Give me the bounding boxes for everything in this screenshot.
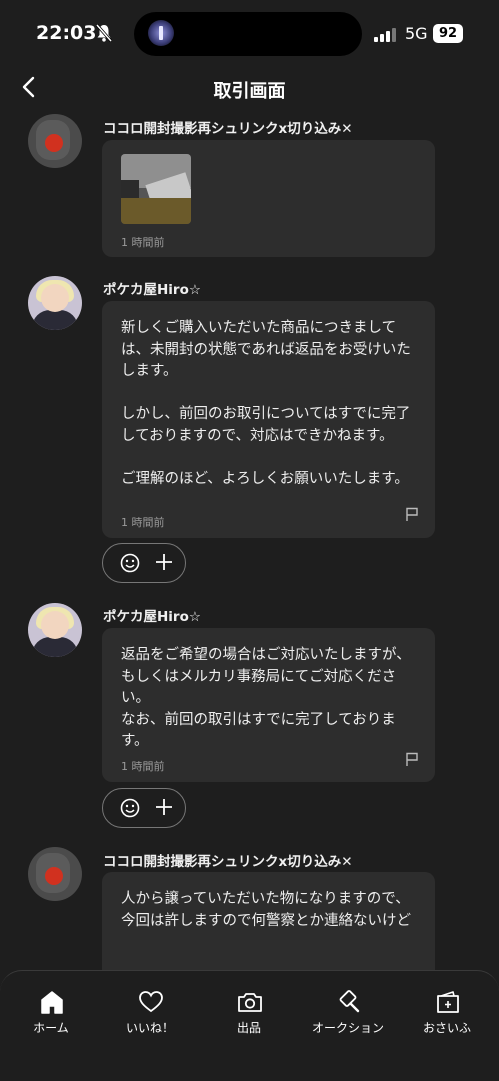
- signal-strength-icon: [374, 26, 400, 42]
- nav-auction[interactable]: オークション: [298, 971, 398, 1051]
- reaction-button-group[interactable]: [102, 543, 186, 583]
- avatar[interactable]: [28, 276, 82, 330]
- nav-label: 出品: [236, 1021, 261, 1035]
- battery-level: 92: [433, 24, 463, 43]
- message-timestamp: 1 時間前: [121, 760, 165, 773]
- message-timestamp: 1 時間前: [121, 236, 165, 249]
- message-timestamp: 1 時間前: [121, 516, 165, 529]
- message-bubble: 返品をご希望の場合はご対応いたしますが、もしくはメルカリ事務局にてご対応ください…: [102, 628, 435, 782]
- camera-icon: [238, 993, 262, 1012]
- status-time: 22:03: [36, 22, 97, 44]
- message-text: 返品をご希望の場合はご対応いたしますが、もしくはメルカリ事務局にてご対応ください…: [121, 647, 411, 749]
- home-icon: [41, 991, 63, 1014]
- wallet-icon: [437, 991, 459, 1013]
- chat-thread[interactable]: ココロ開封撮影再シュリンクx切り込み✕ 1 時間前 ポケカ屋Hiro☆ 新しくご…: [0, 110, 499, 970]
- message-bubble: 人から譲っていただいた物になりますので、 今回は許しますので何警察とか連絡ないけ…: [102, 872, 435, 970]
- network-type: 5G: [405, 24, 428, 43]
- message-bubble: 1 時間前: [102, 140, 435, 257]
- nav-wallet[interactable]: おさいふ: [397, 971, 497, 1051]
- flashlight-icon: [148, 20, 174, 46]
- sender-name: ココロ開封撮影再シュリンクx切り込み✕: [103, 854, 353, 870]
- nav-sell[interactable]: 出品: [199, 971, 299, 1051]
- message-bubble: 新しくご購入いただいた商品につきましては、未開封の状態であれば返品をお受けいたし…: [102, 301, 435, 538]
- silent-bell-icon: [96, 24, 112, 42]
- nav-label: ホーム: [33, 1021, 69, 1035]
- nav-label: いいね！: [125, 1021, 174, 1035]
- dynamic-island: [134, 12, 362, 56]
- nav-label: オークション: [311, 1021, 384, 1035]
- emoji-reaction-icon[interactable]: [120, 553, 140, 573]
- sender-name: ポケカ屋Hiro☆: [103, 282, 201, 298]
- heart-icon: [139, 991, 163, 1013]
- gavel-icon: [339, 990, 360, 1013]
- add-reaction-icon[interactable]: [155, 798, 173, 816]
- message-text: 人から譲っていただいた物になりますので、 今回は許しますので何警察とか連絡ないけ…: [121, 891, 411, 929]
- report-flag-icon[interactable]: [405, 752, 419, 767]
- report-flag-icon[interactable]: [405, 507, 419, 522]
- photo-thumbnail[interactable]: [121, 154, 191, 224]
- sender-name: ポケカ屋Hiro☆: [103, 609, 201, 625]
- sender-name: ココロ開封撮影再シュリンクx切り込み✕: [103, 121, 353, 137]
- nav-likes[interactable]: いいね！: [100, 971, 200, 1051]
- emoji-reaction-icon[interactable]: [120, 798, 140, 818]
- avatar[interactable]: [28, 603, 82, 657]
- avatar[interactable]: [28, 847, 82, 901]
- add-reaction-icon[interactable]: [155, 553, 173, 571]
- avatar[interactable]: [28, 114, 82, 168]
- header: 取引画面: [0, 68, 499, 110]
- bottom-navigation: ホーム いいね！ 出品 オークション おさいふ: [0, 970, 499, 1081]
- nav-label: おさいふ: [422, 1021, 471, 1035]
- message-text: 新しくご購入いただいた商品につきましては、未開封の状態であれば返品をお受けいたし…: [121, 320, 411, 487]
- reaction-button-group[interactable]: [102, 788, 186, 828]
- page-title: 取引画面: [213, 81, 286, 102]
- status-bar: 22:03 5G 92: [0, 0, 499, 68]
- nav-home[interactable]: ホーム: [1, 971, 101, 1051]
